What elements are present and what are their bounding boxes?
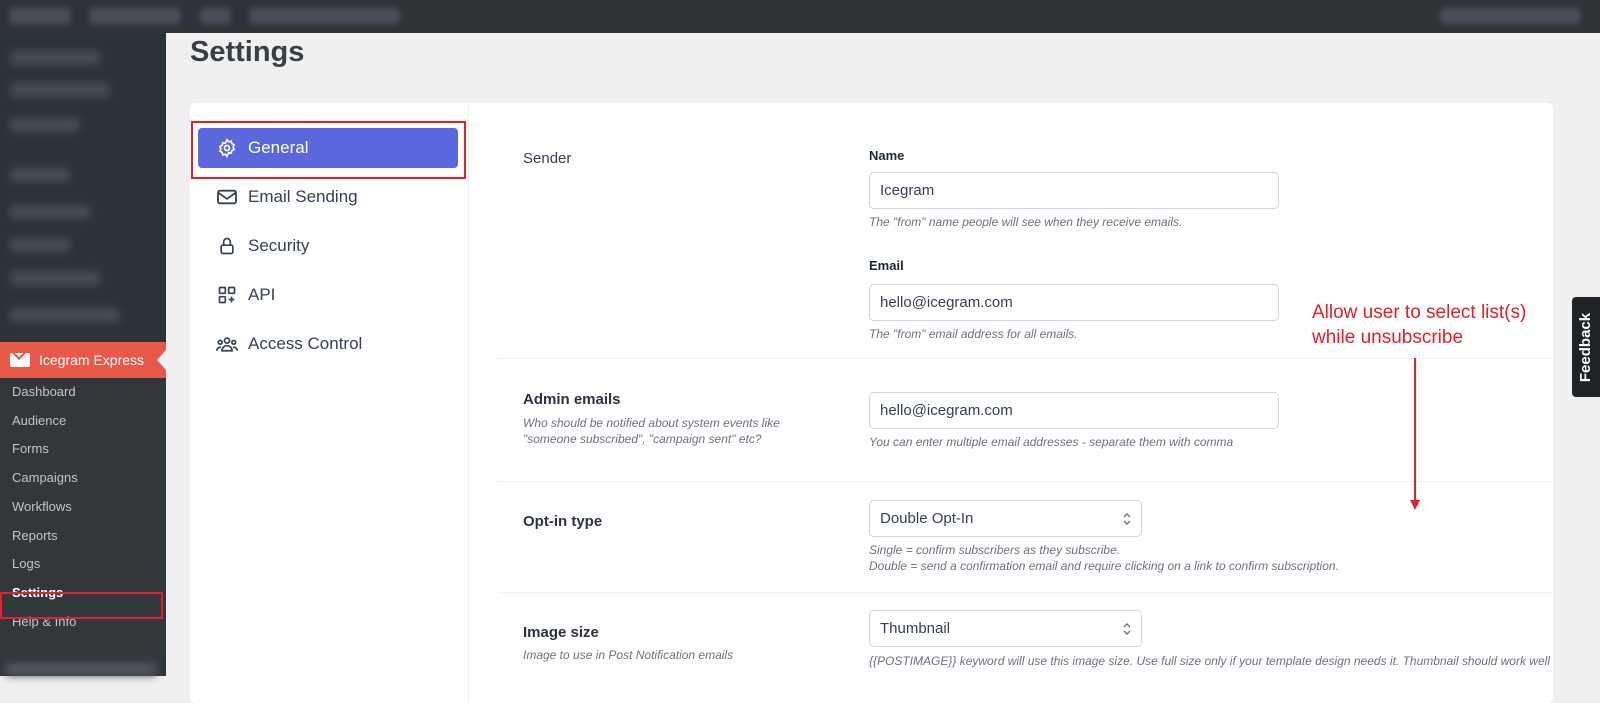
submenu-item-forms[interactable]: Forms <box>12 439 49 459</box>
tab-access-control[interactable]: Access Control <box>198 324 458 364</box>
page-title: Settings <box>190 36 305 68</box>
admin-bar <box>0 0 1600 33</box>
tab-email-sending-label: Email Sending <box>248 187 358 206</box>
admin-emails-desc-2: "someone subscribed", "campaign sent" et… <box>523 432 762 446</box>
image-size-select[interactable]: Thumbnail <box>869 610 1142 647</box>
sender-name-label: Name <box>869 148 905 163</box>
envelope-icon <box>10 353 30 367</box>
submenu-item-audience[interactable]: Audience <box>12 411 66 431</box>
submenu-item-logs[interactable]: Logs <box>12 554 40 574</box>
blurred-menu-item <box>6 663 156 676</box>
sender-email-input[interactable]: hello@icegram.com <box>869 284 1279 321</box>
admin-emails-help: You can enter multiple email addresses -… <box>869 435 1234 449</box>
tab-api-label: API <box>248 285 276 304</box>
annotation-text: Allow user to select list(s) while unsub… <box>1312 300 1526 350</box>
annotation-arrow <box>1414 358 1416 504</box>
sender-name-help: The "from" name people will see when the… <box>869 215 1183 229</box>
tab-access-control-label: Access Control <box>248 334 363 353</box>
submenu-item-dashboard[interactable]: Dashboard <box>12 382 76 402</box>
select-updown-icon <box>1123 513 1131 525</box>
admin-emails-desc-1: Who should be notified about system even… <box>523 416 780 430</box>
submenu-item-reports[interactable]: Reports <box>12 526 58 546</box>
sender-email-label: Email <box>869 258 904 273</box>
plugin-menu-title: Icegram Express <box>39 352 145 368</box>
image-size-label: Image size <box>523 624 599 641</box>
lock-icon <box>216 235 238 257</box>
image-size-help: {{POSTIMAGE}} keyword will use this imag… <box>869 654 1550 668</box>
section-divider <box>498 481 1553 482</box>
tab-email-sending[interactable]: Email Sending <box>198 177 458 217</box>
users-icon <box>216 333 238 355</box>
api-grid-icon <box>216 284 238 306</box>
envelope-icon <box>216 186 238 208</box>
tab-api[interactable]: API <box>198 275 458 315</box>
tab-security[interactable]: Security <box>198 226 458 266</box>
plugin-submenu-items: Dashboard Audience Forms Campaigns Workf… <box>0 378 166 676</box>
select-updown-icon <box>1123 623 1131 635</box>
image-size-desc: Image to use in Post Notification emails <box>523 648 734 662</box>
sender-label: Sender <box>523 150 572 167</box>
sender-email-help: The "from" email address for all emails. <box>869 327 1078 341</box>
feedback-tab[interactable]: Feedback <box>1572 297 1600 397</box>
admin-emails-label: Admin emails <box>523 391 621 408</box>
feedback-label: Feedback <box>1577 312 1595 382</box>
tab-security-label: Security <box>248 236 310 255</box>
optin-type-value: Double Opt-In <box>880 510 974 527</box>
annotation-line-2: while unsubscribe <box>1312 327 1464 348</box>
section-divider <box>498 358 1553 359</box>
optin-type-select[interactable]: Double Opt-In <box>869 500 1142 537</box>
submenu-item-campaigns[interactable]: Campaigns <box>12 468 78 488</box>
section-divider <box>498 592 1553 593</box>
image-size-value: Thumbnail <box>880 620 951 637</box>
general-tab-highlight-box <box>191 121 466 179</box>
admin-emails-input[interactable]: hello@icegram.com <box>869 392 1279 429</box>
current-menu-arrow <box>157 350 166 370</box>
optin-type-help-1: Single = confirm subscribers as they sub… <box>869 543 1121 557</box>
annotation-arrowhead <box>1410 500 1420 510</box>
submenu-item-workflows[interactable]: Workflows <box>12 497 72 517</box>
plugin-menu-icegram-express[interactable]: Icegram Express <box>0 342 166 378</box>
settings-highlight-box <box>0 592 163 619</box>
optin-type-label: Opt-in type <box>523 513 603 530</box>
sender-name-input[interactable]: Icegram <box>869 172 1279 209</box>
annotation-line-1: Allow user to select list(s) <box>1312 302 1527 323</box>
optin-type-help-2: Double = send a confirmation email and r… <box>869 559 1339 573</box>
settings-tabs: General Email Sending Security API Acces… <box>190 103 469 703</box>
